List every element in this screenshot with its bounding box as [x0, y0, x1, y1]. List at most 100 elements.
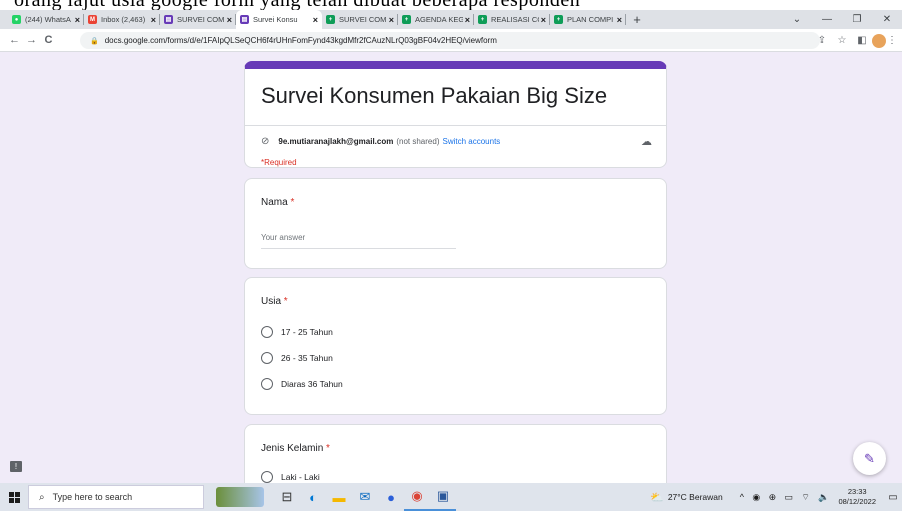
- weather-cloud-sun-icon: ⛅: [650, 491, 664, 504]
- browser-tab[interactable]: + REALISASI CC ×: [474, 10, 550, 29]
- question-label: Usia: [261, 296, 282, 307]
- clock-date: 08/12/2022: [838, 497, 876, 506]
- browser-tab[interactable]: ▤ Survei Konsu ×: [236, 10, 322, 29]
- search-icon: ⌕: [39, 491, 45, 503]
- edit-pencil-icon[interactable]: ✎: [853, 442, 886, 475]
- clock[interactable]: 23:33 08/12/2022: [838, 487, 876, 507]
- required-star: *: [290, 197, 295, 208]
- window-controls: ⌄ — ❐ ✕: [782, 10, 902, 29]
- start-button[interactable]: [0, 483, 28, 511]
- minimize-button[interactable]: —: [812, 14, 842, 25]
- radio-button[interactable]: [261, 352, 273, 364]
- tray-icons: ^ ◉ ⊕ ▭ ⌔ 🔈: [737, 492, 833, 503]
- question-label: Nama: [261, 197, 288, 208]
- tab-label: AGENDA KEG: [415, 15, 463, 24]
- question-card-nama: Nama * Your answer: [244, 178, 667, 269]
- switch-accounts-link[interactable]: Switch accounts: [442, 137, 500, 146]
- tab-label: (244) WhatsA: [25, 15, 71, 24]
- volume-icon[interactable]: 🔈: [818, 492, 829, 502]
- back-icon[interactable]: ←: [6, 34, 23, 46]
- required-star: *: [283, 296, 288, 307]
- browser-tab[interactable]: + SURVEI COM ×: [322, 10, 398, 29]
- radio-button[interactable]: [261, 378, 273, 390]
- required-note: *Required: [261, 158, 297, 167]
- tab-close-icon[interactable]: ×: [151, 15, 156, 25]
- question-label: Jenis Kelamin: [261, 443, 324, 454]
- tab-favicon-icon: +: [402, 15, 411, 24]
- browser-tab-bar: ● (244) WhatsA × M Inbox (2,463) × ▤ SURVEI COM…: [0, 10, 902, 29]
- tab-favicon-icon: ▤: [240, 15, 249, 24]
- tab-favicon-icon: M: [88, 15, 97, 24]
- question-title: Usia *: [261, 296, 288, 307]
- taskbar-search-input[interactable]: ⌕ Type here to search: [28, 485, 204, 509]
- browser-tab[interactable]: + AGENDA KEG ×: [398, 10, 474, 29]
- cloud-icon: ☁: [641, 136, 652, 148]
- form-page: Survei Konsumen Pakaian Big Size ⊘ 9e.mu…: [0, 52, 902, 483]
- chrome-icon[interactable]: ◉: [404, 483, 430, 511]
- task-view-icon[interactable]: ⊟: [274, 483, 300, 511]
- record-icon[interactable]: ◉: [752, 492, 760, 502]
- word-icon[interactable]: ▣: [430, 483, 456, 511]
- option-label: Diaras 36 Tahun: [281, 379, 343, 389]
- option-label: 26 - 35 Tahun: [281, 353, 333, 363]
- tab-close-icon[interactable]: ×: [617, 15, 622, 25]
- tab-close-icon[interactable]: ×: [389, 15, 394, 25]
- edge-icon[interactable]: ◐: [300, 483, 326, 511]
- weather-widget[interactable]: ⛅ 27°C Berawan: [650, 491, 723, 504]
- tab-search-icon[interactable]: ⌄: [782, 14, 812, 25]
- radio-option[interactable]: Laki - Laki: [261, 471, 320, 483]
- forward-icon[interactable]: →: [23, 34, 40, 46]
- tab-close-icon[interactable]: ×: [313, 15, 318, 25]
- windows-logo-icon: [8, 491, 20, 503]
- browser-tab[interactable]: + PLAN COMPI ×: [550, 10, 626, 29]
- radio-option[interactable]: 17 - 25 Tahun: [261, 326, 333, 338]
- document-text: orang lajut usia google form yang telah …: [14, 0, 580, 10]
- tab-close-icon[interactable]: ×: [75, 15, 80, 25]
- mail-icon[interactable]: ✉: [352, 483, 378, 511]
- restore-button[interactable]: ❐: [842, 14, 872, 25]
- nama-answer-input[interactable]: Your answer: [261, 233, 456, 249]
- tab-label: SURVEI COM: [339, 15, 387, 24]
- report-icon[interactable]: !: [10, 461, 22, 472]
- new-tab-button[interactable]: +: [626, 10, 648, 29]
- tab-close-icon[interactable]: ×: [541, 15, 546, 25]
- tab-label: SURVEI COM: [177, 15, 225, 24]
- document-text-strip: orang lajut usia google form yang telah …: [0, 0, 902, 10]
- notifications-icon[interactable]: ▭: [884, 492, 902, 503]
- account-note: (not shared): [396, 137, 440, 146]
- browser-tab[interactable]: ● (244) WhatsA ×: [8, 10, 84, 29]
- form-header-card: Survei Konsumen Pakaian Big Size ⊘ 9e.mu…: [244, 61, 667, 168]
- radio-button[interactable]: [261, 471, 273, 483]
- question-title: Jenis Kelamin *: [261, 443, 330, 454]
- tab-close-icon[interactable]: ×: [465, 15, 470, 25]
- wifi-icon[interactable]: ⌔: [801, 492, 809, 502]
- tab-favicon-icon: +: [326, 15, 335, 24]
- battery-icon[interactable]: ▭: [785, 492, 794, 502]
- network-icon[interactable]: ⊕: [769, 492, 777, 502]
- sidepanel-icon[interactable]: ◧: [852, 35, 872, 46]
- radio-option[interactable]: Diaras 36 Tahun: [261, 378, 343, 390]
- browser-tab[interactable]: ▤ SURVEI COM ×: [160, 10, 236, 29]
- form-title: Survei Konsumen Pakaian Big Size: [261, 83, 608, 108]
- account-email: 9e.mutiaranajlakh@gmail.com: [278, 137, 394, 146]
- browser-tab[interactable]: M Inbox (2,463) ×: [84, 10, 160, 29]
- menu-icon[interactable]: ⋮: [886, 35, 898, 46]
- url-input[interactable]: 🔒 docs.google.com/forms/d/e/1FAIpQLSeQCH…: [80, 32, 820, 49]
- close-window-button[interactable]: ✕: [872, 14, 902, 25]
- profile-avatar[interactable]: [872, 33, 886, 48]
- tab-favicon-icon: +: [478, 15, 487, 24]
- search-highlight-image[interactable]: [216, 487, 264, 507]
- file-explorer-icon[interactable]: ▬: [326, 483, 352, 511]
- answer-placeholder: Your answer: [261, 233, 306, 242]
- chevron-up-icon[interactable]: ^: [740, 492, 744, 502]
- reload-icon[interactable]: C: [40, 34, 57, 46]
- radio-button[interactable]: [261, 326, 273, 338]
- share-icon[interactable]: ⇪: [812, 35, 832, 46]
- account-row: ⊘ 9e.mutiaranajlakh@gmail.com (not share…: [261, 136, 500, 147]
- tab-close-icon[interactable]: ×: [227, 15, 232, 25]
- not-shared-icon: ⊘: [261, 136, 270, 147]
- radio-option[interactable]: 26 - 35 Tahun: [261, 352, 333, 364]
- tab-favicon-icon: ▤: [164, 15, 173, 24]
- zoom-icon[interactable]: ●: [378, 483, 404, 511]
- bookmark-star-icon[interactable]: ☆: [832, 35, 852, 46]
